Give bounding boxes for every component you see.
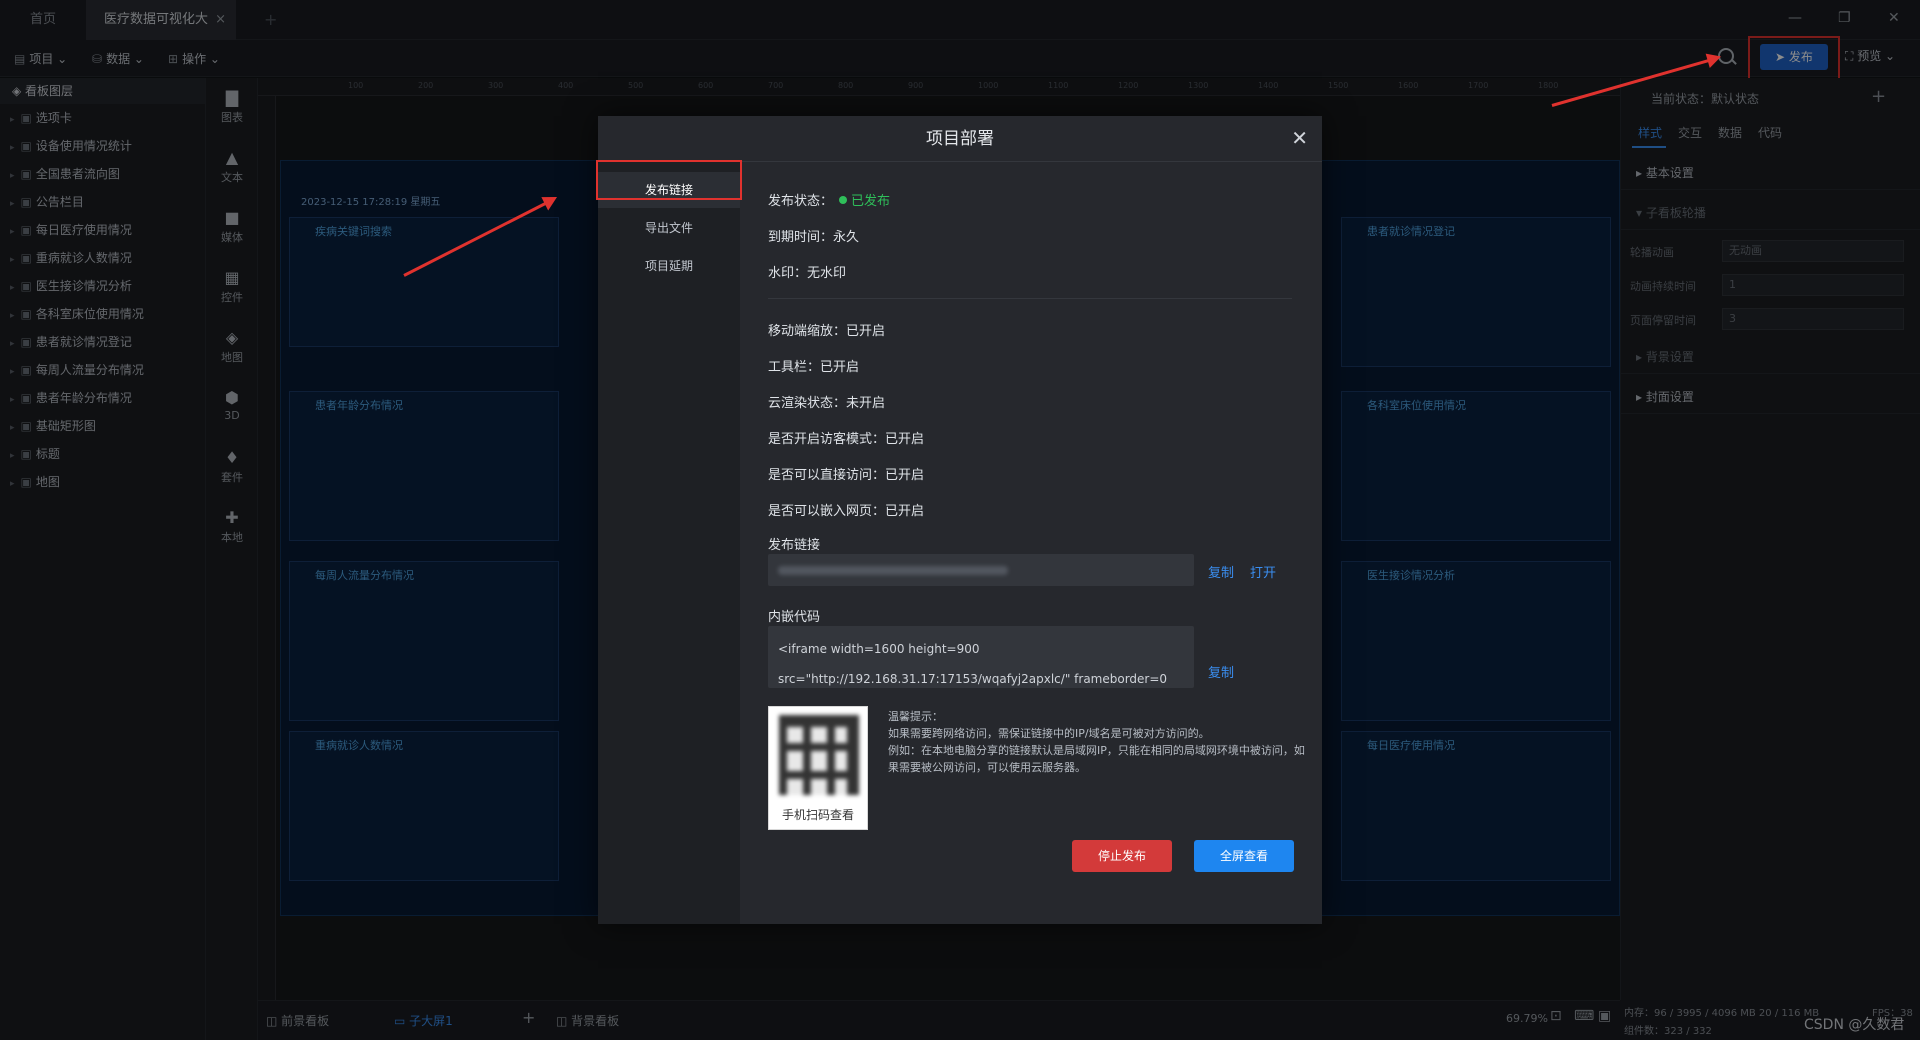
dialog-nav: 发布链接 导出文件 项目延期	[598, 162, 740, 924]
copy-link-button[interactable]: 复制	[1208, 562, 1234, 581]
embed-code-label: 内嵌代码	[768, 610, 821, 625]
toolbar-setting: 工具栏：已开启	[768, 360, 860, 375]
qr-code-icon	[779, 715, 859, 795]
cloud-render: 云渲染状态：未开启	[768, 396, 886, 411]
divider	[768, 298, 1292, 299]
qr-label: 手机扫码查看	[781, 808, 854, 822]
dialog-title: 项目部署	[926, 129, 994, 149]
publish-status-label: 发布状态：	[768, 194, 834, 209]
stop-publish-button[interactable]: 停止发布	[1072, 840, 1172, 872]
expire-time: 到期时间：永久	[768, 230, 860, 245]
highlight-nav-box	[596, 160, 742, 200]
publish-link-field[interactable]	[768, 554, 1194, 586]
tip-text: 温馨提示： 如果需要跨网络访问，需保证链接中的IP/域名是可被对方访问的。 例如…	[888, 708, 1308, 776]
direct-access: 是否可以直接访问：已开启	[768, 468, 925, 483]
tip-title: 温馨提示：	[888, 710, 943, 723]
publish-status: 发布状态： 已发布	[768, 190, 890, 209]
status-dot-icon	[839, 196, 848, 204]
mobile-zoom: 移动端缩放：已开启	[768, 324, 886, 339]
nav-extend-project[interactable]: 项目延期	[598, 248, 740, 284]
watermark-setting: 水印：无水印	[768, 266, 847, 281]
open-link-button[interactable]: 打开	[1250, 562, 1276, 581]
tip-line: 例如：在本地电脑分享的链接默认是局域网IP，只能在相同的局域网环境中被访问，如果…	[888, 744, 1305, 774]
embed-code-field[interactable]: <iframe width=1600 height=900 src="http:…	[768, 626, 1194, 688]
nav-export-file[interactable]: 导出文件	[598, 210, 740, 246]
blurred-link	[778, 566, 1008, 575]
tip-line: 如果需要跨网络访问，需保证链接中的IP/域名是可被对方访问的。	[888, 727, 1210, 740]
publish-link-label: 发布链接	[768, 538, 821, 553]
close-icon[interactable]: ✕	[1291, 128, 1308, 148]
guest-mode: 是否开启访客模式：已开启	[768, 432, 925, 447]
deploy-dialog: 项目部署 ✕ 发布链接 导出文件 项目延期 发布状态： 已发布 到期时间：永久 水…	[598, 116, 1322, 924]
fullscreen-view-button[interactable]: 全屏查看	[1194, 840, 1294, 872]
embed-allowed: 是否可以嵌入网页：已开启	[768, 504, 925, 519]
copy-code-button[interactable]: 复制	[1208, 662, 1234, 681]
qr-code-card[interactable]: 手机扫码查看	[768, 706, 868, 830]
dialog-header: 项目部署	[598, 116, 1322, 162]
publish-status-value: 已发布	[851, 194, 891, 209]
